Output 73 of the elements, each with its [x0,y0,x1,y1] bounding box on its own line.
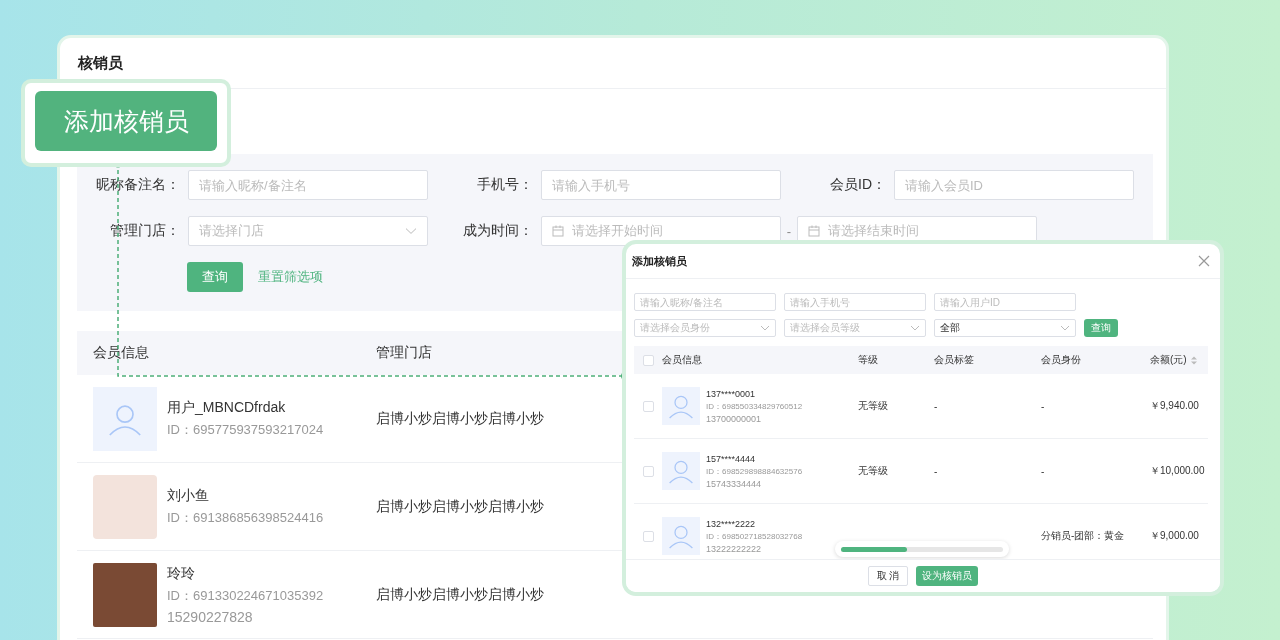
search-button[interactable]: 查询 [187,262,243,292]
member-id: ID：698529898884632576 [706,465,803,477]
member-level: 无等级 [858,465,888,476]
member-phone: 137****0001 [706,388,757,399]
member-name: 用户_MBNCDfrdak [167,398,287,417]
store-name: 启博小炒启博小炒启博小炒 [376,409,544,428]
member-id: ID：691330224671035392 [167,586,324,605]
sort-icon [1190,355,1197,365]
checkbox[interactable] [642,354,654,366]
member-id: ID：698550334829760512 [706,400,803,412]
checkbox[interactable] [642,465,654,477]
member-phone: 157****4444 [706,453,757,464]
select-field[interactable]: 全部 [934,319,1076,337]
input-field[interactable]: 请输入用户ID [934,293,1076,311]
chevron-down-icon [405,225,417,237]
member-name: 玲玲 [167,564,196,583]
dialog-title: 添加核销员 [632,253,687,269]
store-name: 启博小炒启博小炒启博小炒 [376,497,544,516]
phone-number: 13700000001 [706,413,763,424]
select-field[interactable]: 请选择会员等级 [784,319,926,337]
member-id: ID：691386856398524416 [167,508,324,527]
balance-amount: ￥9,000.00 [1150,529,1199,543]
reset-filters-link[interactable]: 重置筛选项 [258,268,323,286]
member-id: ID：698502718528032768 [706,530,803,542]
member-phone: 132****2222 [706,518,757,529]
phone-number: 15290227828 [167,608,254,625]
checkbox[interactable] [642,530,654,542]
checkbox[interactable] [642,400,654,412]
confirm-button[interactable]: 设为核销员 [916,566,978,586]
column-header: 会员身份 [1041,354,1081,365]
phone-number: 15743334444 [706,478,763,489]
member-identity: 分销员-团部：黄金 [1041,530,1125,541]
column-header: 会员标签 [934,354,974,365]
column-header: 余额(元) [1150,353,1187,367]
field-label: 成为时间： [462,222,533,240]
balance-amount: ￥10,000.00 [1150,464,1205,478]
member-tag: - [934,465,938,477]
member-level: 无等级 [858,400,888,411]
select-field[interactable]: 请选择会员身份 [634,319,776,337]
member-tag: - [934,400,938,412]
avatar-image [93,474,157,539]
cancel-button[interactable]: 取 消 [868,566,908,586]
search-button[interactable]: 查询 [1084,319,1118,337]
field-label: 会员ID： [829,176,886,194]
column-header: 会员信息 [92,344,150,362]
input-field[interactable]: 请输入手机号 [784,293,926,311]
member-identity: - [1041,465,1045,477]
column-header: 会员信息 [662,354,702,365]
chevron-down-icon [910,323,920,333]
calendar-icon [552,225,564,237]
input-field[interactable]: 请输入昵称/备注名 [188,170,428,200]
member-id: ID：695775937593217024 [167,420,324,439]
column-header: 等级 [858,354,878,365]
field-label: 手机号： [476,176,533,194]
page-title: 核销员 [78,53,123,73]
store-name: 启博小炒启博小炒启博小炒 [376,585,544,604]
input-field[interactable]: 请输入手机号 [541,170,781,200]
range-separator: - [785,223,793,239]
field-label: 管理门店： [109,222,180,240]
chevron-down-icon [1060,323,1070,333]
photo-placeholder [93,562,157,627]
member-name: 刘小鱼 [167,486,210,505]
field-label: 昵称备注名： [95,176,180,194]
calendar-icon [808,225,820,237]
chevron-down-icon [760,323,770,333]
column-header: 管理门店 [376,344,432,362]
select-field[interactable]: 请选择门店 [188,216,428,246]
add-verifier-button[interactable]: 添加核销员 [35,91,217,151]
input-field[interactable]: 请输入会员ID [894,170,1134,200]
balance-amount: ￥9,940.00 [1150,399,1199,413]
phone-number: 13222222222 [706,543,763,554]
close-icon[interactable] [1198,255,1210,267]
member-identity: - [1041,400,1045,412]
